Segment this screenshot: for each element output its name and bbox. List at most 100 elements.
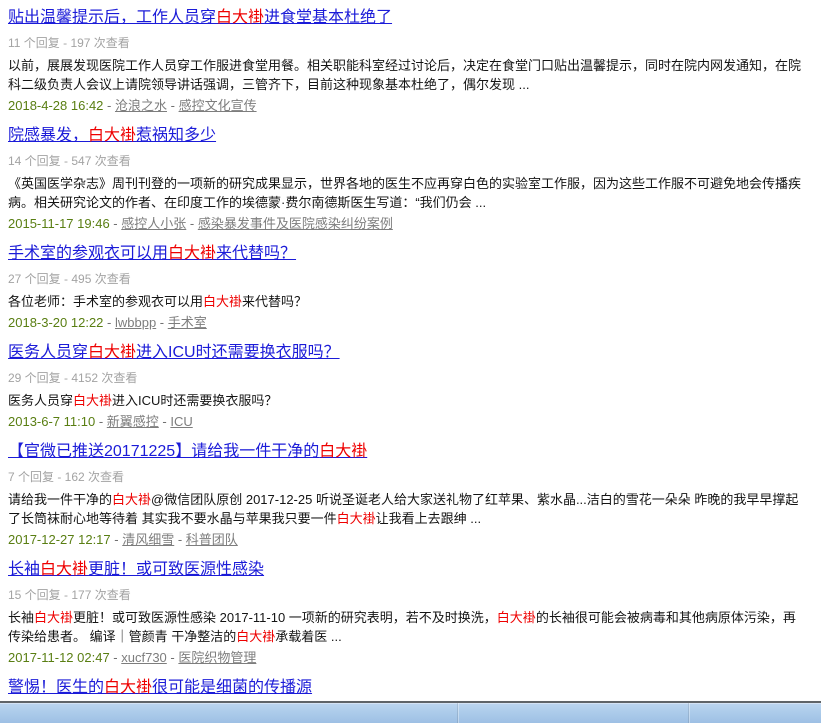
result-stats: 14 个回复 - 547 次查看	[8, 154, 807, 169]
text-segment: 承载着医 ...	[275, 629, 341, 644]
text-segment: 以前，展展发现医院工作人员穿工作服进食堂用餐。相关职能科室经过讨论后，决定在食堂…	[8, 58, 801, 92]
meta-separator: -	[103, 315, 115, 330]
keyword-highlight: 白大褂	[203, 294, 242, 309]
meta-separator: -	[174, 532, 186, 547]
meta-separator: -	[110, 650, 122, 665]
result-title: 院感暴发，白大褂惹祸知多少	[8, 126, 807, 146]
search-result-item: 医务人员穿白大褂进入ICU时还需要换衣服吗？ 29 个回复 - 4152 次查看…	[8, 343, 807, 430]
result-meta: 2013-6-7 11:10 - 新翼感控 - ICU	[8, 413, 807, 430]
result-title-link[interactable]: 贴出温馨提示后，工作人员穿白大褂进食堂基本杜绝了	[8, 9, 392, 26]
meta-separator: -	[156, 315, 168, 330]
result-stats: 7 个回复 - 162 次查看	[8, 470, 807, 485]
result-meta: 2018-3-20 12:22 - lwbbpp - 手术室	[8, 314, 807, 331]
text-segment: 警惕！医生的	[8, 679, 104, 696]
text-segment: 《英国医学杂志》周刊刊登的一项新的研究成果显示，世界各地的医生不应再穿白色的实验…	[8, 176, 801, 210]
result-forum-link[interactable]: 医院织物管理	[178, 650, 256, 665]
result-meta: 2017-12-27 12:17 - 清风细雪 - 科普团队	[8, 531, 807, 548]
result-title-link[interactable]: 院感暴发，白大褂惹祸知多少	[8, 127, 216, 144]
text-segment: 【官微已推送20171225】请给我一件干净的	[8, 443, 319, 460]
result-forum-link[interactable]: 科普团队	[186, 532, 238, 547]
result-meta: 2015-11-17 19:46 - 感控人小张 - 感染暴发事件及医院感染纠纷…	[8, 215, 807, 232]
keyword-highlight: 白大褂	[168, 245, 216, 262]
keyword-highlight: 白大褂	[88, 344, 136, 361]
result-title: 警惕！医生的白大褂很可能是细菌的传播源	[8, 678, 807, 698]
result-forum-link[interactable]: ICU	[170, 414, 192, 429]
meta-separator: -	[111, 532, 123, 547]
window-status-bar	[0, 701, 821, 723]
text-segment: 来代替吗？	[242, 294, 307, 309]
text-segment: 长袖	[8, 610, 34, 625]
search-result-item: 长袖白大褂更脏！或可致医源性感染 15 个回复 - 177 次查看 长袖白大褂更…	[8, 560, 807, 666]
keyword-highlight: 白大褂	[112, 492, 151, 507]
text-segment: 医务人员穿	[8, 393, 73, 408]
text-segment: 让我看上去跟绅 ...	[376, 511, 481, 526]
keyword-highlight: 白大褂	[319, 443, 367, 460]
meta-separator: -	[95, 414, 107, 429]
result-title-link[interactable]: 长袖白大褂更脏！或可致医源性感染	[8, 561, 264, 578]
result-author-link[interactable]: 沧浪之水	[115, 98, 167, 113]
text-segment: 长袖	[8, 561, 40, 578]
text-segment: 进食堂基本杜绝了	[264, 9, 392, 26]
result-snippet: 请给我一件干净的白大褂@微信团队原创 2017-12-25 听说圣诞老人给大家送…	[8, 490, 807, 528]
search-results-list: 贴出温馨提示后，工作人员穿白大褂进食堂基本杜绝了 11 个回复 - 197 次查…	[0, 0, 821, 701]
result-stats: 11 个回复 - 197 次查看	[8, 36, 807, 51]
result-title: 贴出温馨提示后，工作人员穿白大褂进食堂基本杜绝了	[8, 8, 807, 28]
text-segment: 医务人员穿	[8, 344, 88, 361]
text-segment: 进入ICU时还需要换衣服吗？	[136, 344, 340, 361]
result-title-link[interactable]: 【官微已推送20171225】请给我一件干净的白大褂	[8, 443, 367, 460]
keyword-highlight: 白大褂	[40, 561, 88, 578]
result-snippet: 各位老师：手术室的参观衣可以用白大褂来代替吗？	[8, 292, 807, 311]
result-stats: 15 个回复 - 177 次查看	[8, 588, 807, 603]
result-snippet: 医务人员穿白大褂进入ICU时还需要换衣服吗？	[8, 391, 807, 410]
result-author-link[interactable]: 清风细雪	[122, 532, 174, 547]
result-date: 2015-11-17 19:46	[8, 216, 110, 231]
keyword-highlight: 白大褂	[88, 127, 136, 144]
text-segment: 手术室的参观衣可以用	[8, 245, 168, 262]
search-result-item: 【官微已推送20171225】请给我一件干净的白大褂 7 个回复 - 162 次…	[8, 442, 807, 548]
status-bar-divider	[688, 703, 689, 723]
result-author-link[interactable]: 感控人小张	[121, 216, 186, 231]
text-segment: 进入ICU时还需要换衣服吗？	[112, 393, 277, 408]
result-snippet: 长袖白大褂更脏！或可致医源性感染 2017-11-10 一项新的研究表明，若不及…	[8, 608, 807, 646]
result-author-link[interactable]: xucf730	[121, 650, 167, 665]
result-forum-link[interactable]: 手术室	[168, 315, 207, 330]
result-date: 2013-6-7 11:10	[8, 414, 95, 429]
search-result-item: 院感暴发，白大褂惹祸知多少 14 个回复 - 547 次查看 《英国医学杂志》周…	[8, 126, 807, 232]
result-title: 长袖白大褂更脏！或可致医源性感染	[8, 560, 807, 580]
result-date: 2018-4-28 16:42	[8, 98, 103, 113]
result-title-link[interactable]: 医务人员穿白大褂进入ICU时还需要换衣服吗？	[8, 344, 340, 361]
result-title-link[interactable]: 手术室的参观衣可以用白大褂来代替吗？	[8, 245, 296, 262]
text-segment: 请给我一件干净的	[8, 492, 112, 507]
text-segment: 很可能是细菌的传播源	[152, 679, 312, 696]
result-meta: 2018-4-28 16:42 - 沧浪之水 - 感控文化宣传	[8, 97, 807, 114]
status-bar-divider	[457, 703, 458, 723]
meta-separator: -	[110, 216, 122, 231]
search-result-item: 警惕！医生的白大褂很可能是细菌的传播源	[8, 678, 807, 698]
result-snippet: 以前，展展发现医院工作人员穿工作服进食堂用餐。相关职能科室经过讨论后，决定在食堂…	[8, 56, 807, 94]
text-segment: 更脏！或可致医源性感染 2017-11-10 一项新的研究表明，若不及时换洗，	[73, 610, 497, 625]
meta-separator: -	[186, 216, 198, 231]
result-forum-link[interactable]: 感染暴发事件及医院感染纠纷案例	[198, 216, 393, 231]
result-title: 医务人员穿白大褂进入ICU时还需要换衣服吗？	[8, 343, 807, 363]
result-date: 2018-3-20 12:22	[8, 315, 103, 330]
text-segment: 更脏！或可致医源性感染	[88, 561, 264, 578]
result-author-link[interactable]: lwbbpp	[115, 315, 156, 330]
keyword-highlight: 白大褂	[337, 511, 376, 526]
text-segment: 贴出温馨提示后，工作人员穿	[8, 9, 216, 26]
keyword-highlight: 白大褂	[73, 393, 112, 408]
text-segment: 惹祸知多少	[136, 127, 216, 144]
meta-separator: -	[167, 650, 179, 665]
result-title-link[interactable]: 警惕！医生的白大褂很可能是细菌的传播源	[8, 679, 312, 696]
text-segment: 各位老师：手术室的参观衣可以用	[8, 294, 203, 309]
result-snippet: 《英国医学杂志》周刊刊登的一项新的研究成果显示，世界各地的医生不应再穿白色的实验…	[8, 174, 807, 212]
text-segment: 院感暴发，	[8, 127, 88, 144]
result-forum-link[interactable]: 感控文化宣传	[179, 98, 257, 113]
result-author-link[interactable]: 新翼感控	[107, 414, 159, 429]
result-meta: 2017-11-12 02:47 - xucf730 - 医院织物管理	[8, 649, 807, 666]
keyword-highlight: 白大褂	[34, 610, 73, 625]
meta-separator: -	[103, 98, 115, 113]
keyword-highlight: 白大褂	[236, 629, 275, 644]
keyword-highlight: 白大褂	[104, 679, 152, 696]
text-segment: 来代替吗？	[216, 245, 296, 262]
search-result-item: 贴出温馨提示后，工作人员穿白大褂进食堂基本杜绝了 11 个回复 - 197 次查…	[8, 8, 807, 114]
